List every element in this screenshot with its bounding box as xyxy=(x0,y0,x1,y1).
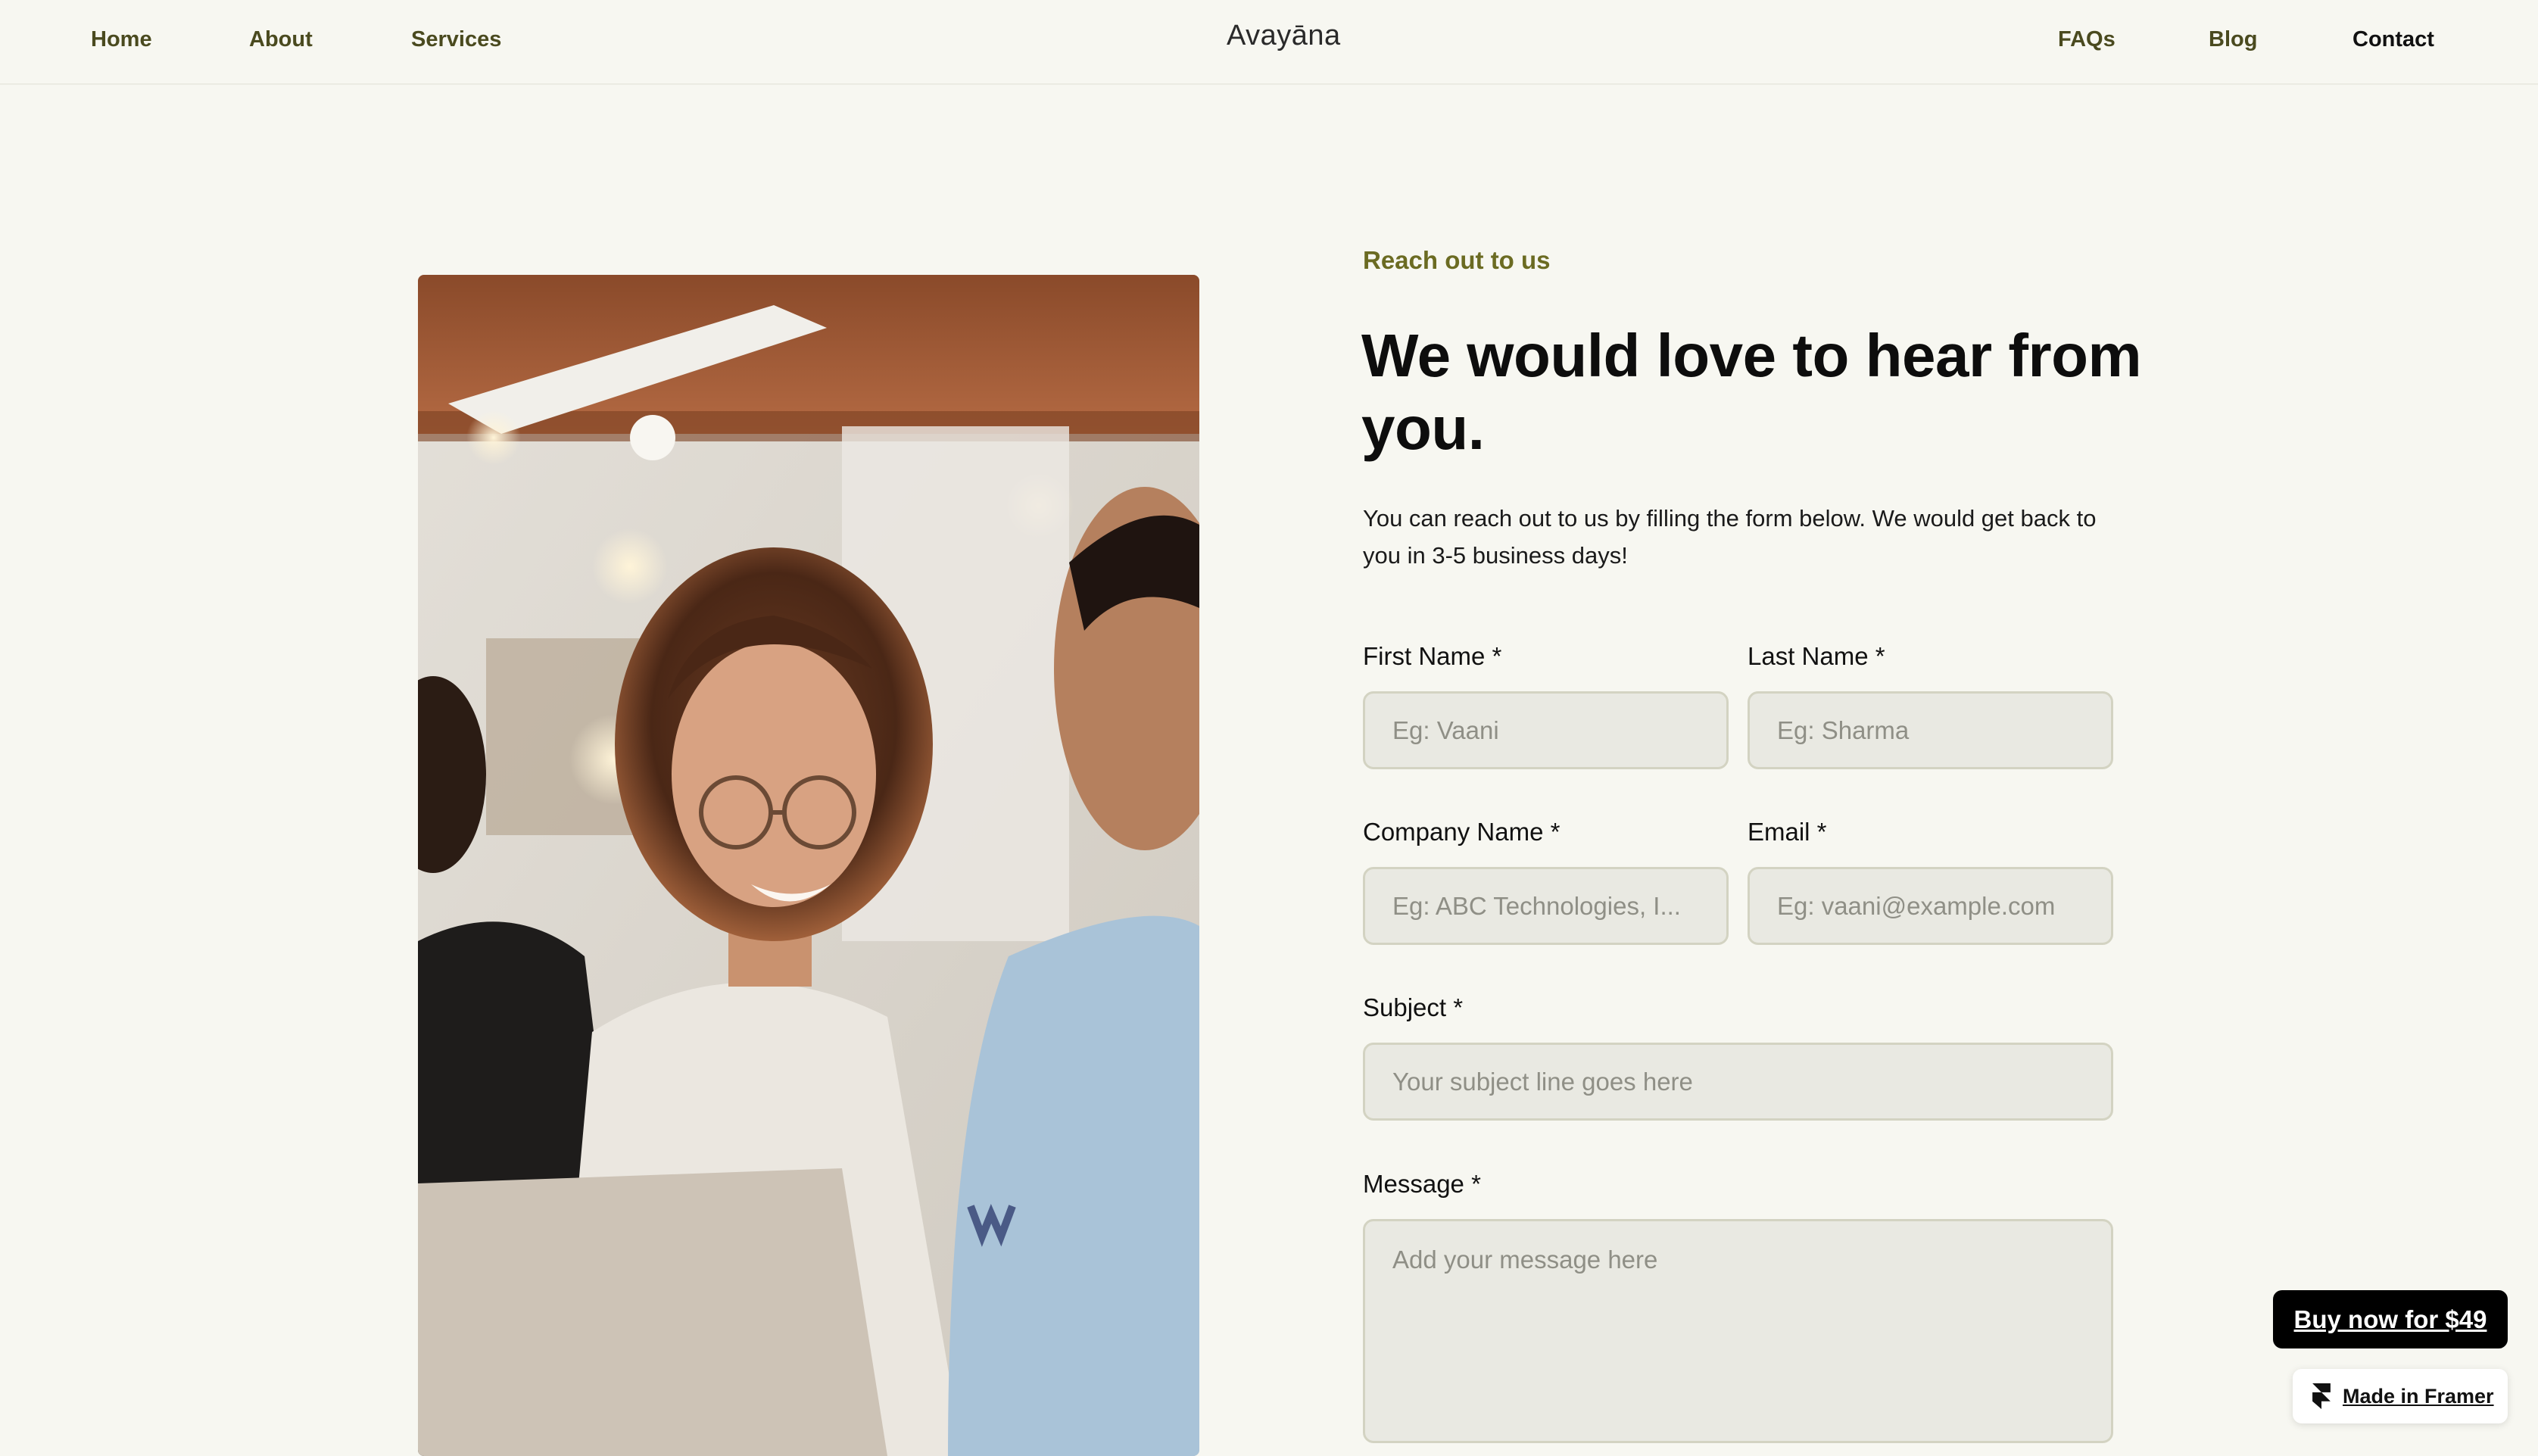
nav-link-about[interactable]: About xyxy=(249,27,313,52)
people-working-photo xyxy=(418,275,1199,1456)
message-placeholder: Add your message here xyxy=(1392,1246,1658,1274)
nav-link-blog[interactable]: Blog xyxy=(2209,27,2257,52)
first-name-field[interactable]: Eg: Vaani xyxy=(1363,691,1729,769)
last-name-field[interactable]: Eg: Sharma xyxy=(1748,691,2113,769)
nav-link-services[interactable]: Services xyxy=(411,27,501,52)
photo-illustration xyxy=(418,275,1199,1456)
message-field[interactable]: Add your message here xyxy=(1363,1219,2113,1443)
first-name-placeholder: Eg: Vaani xyxy=(1392,716,1499,744)
nav-link-faqs[interactable]: FAQs xyxy=(2058,27,2116,52)
made-in-framer-badge[interactable]: Made in Framer xyxy=(2293,1369,2508,1423)
subject-label: Subject * xyxy=(1363,993,1464,1021)
company-name-field[interactable]: Eg: ABC Technologies, I... xyxy=(1363,867,1729,945)
section-eyebrow: Reach out to us xyxy=(1363,246,1551,274)
buy-now-button[interactable]: Buy now for $49 xyxy=(2273,1290,2508,1348)
subject-placeholder: Your subject line goes here xyxy=(1392,1067,1693,1096)
intro-text: You can reach out to us by filling the f… xyxy=(1363,505,2097,569)
email-label: Email * xyxy=(1748,818,1827,846)
top-navigation: Home About Services Avayāna FAQs Blog Co… xyxy=(0,0,2538,85)
framer-icon xyxy=(2312,1383,2331,1409)
company-name-label: Company Name * xyxy=(1363,818,1561,846)
email-field[interactable]: Eg: vaani@example.com xyxy=(1748,867,2113,945)
made-in-framer-label: Made in Framer xyxy=(2343,1384,2494,1408)
last-name-label: Last Name * xyxy=(1748,642,1885,670)
nav-link-contact[interactable]: Contact xyxy=(2352,27,2434,52)
message-label: Message * xyxy=(1363,1170,1481,1198)
brand-logo[interactable]: Avayāna xyxy=(1227,20,1341,52)
company-name-placeholder: Eg: ABC Technologies, I... xyxy=(1392,891,1681,920)
page-title: We would love to hear from you. xyxy=(1361,322,2142,462)
first-name-label: First Name * xyxy=(1363,642,1502,670)
subject-field[interactable]: Your subject line goes here xyxy=(1363,1043,2113,1121)
email-placeholder: Eg: vaani@example.com xyxy=(1777,891,2056,920)
last-name-placeholder: Eg: Sharma xyxy=(1777,716,1910,744)
nav-link-home[interactable]: Home xyxy=(91,27,152,52)
